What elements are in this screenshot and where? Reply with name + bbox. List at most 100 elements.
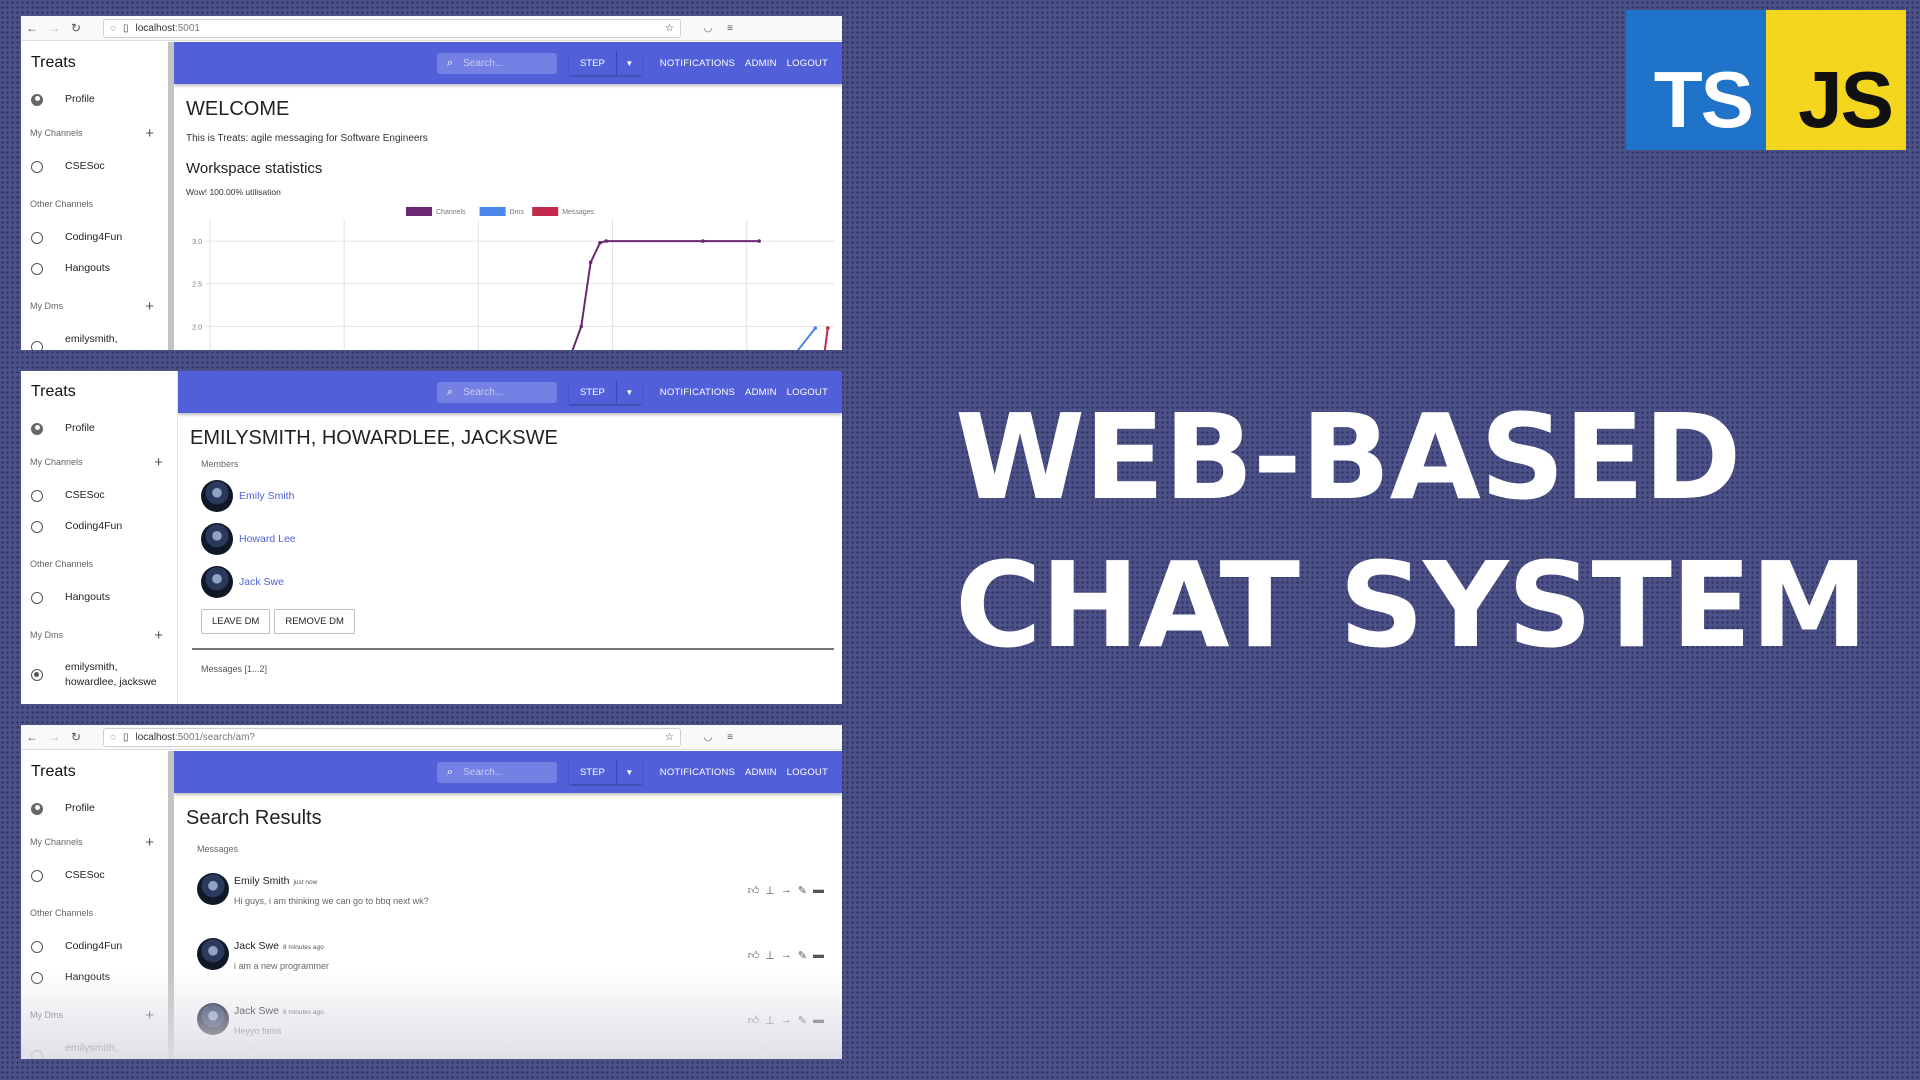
- edit-pencil-icon[interactable]: ✎: [798, 1014, 807, 1027]
- add-channel-icon[interactable]: +: [145, 125, 154, 142]
- browser-window-welcome: ← → ↻ ◌ ▯ localhost:5001 ☆ ◡ ≡ Treats Pr…: [21, 16, 842, 350]
- avatar: [201, 479, 233, 512]
- sidebar-item-channel[interactable]: CSESoc: [21, 151, 168, 182]
- message-text: i am a new programmer: [234, 961, 330, 971]
- thumb-up-icon[interactable]: 👍︎: [748, 949, 760, 962]
- address-bar[interactable]: ◌ ▯ localhost:5001/search/am? ☆: [103, 727, 681, 747]
- delete-icon[interactable]: ▬: [813, 949, 824, 962]
- dropdown-arrow-icon[interactable]: ▼: [616, 51, 642, 75]
- channel-radio-icon: [31, 869, 43, 882]
- step-button[interactable]: STEP: [568, 760, 617, 784]
- sidebar-item-channel[interactable]: Coding4Fun: [21, 511, 177, 542]
- dropdown-arrow-icon[interactable]: ▼: [616, 380, 642, 404]
- dm-actions: LEAVE DM REMOVE DM: [178, 603, 842, 634]
- message-author: Emily Smith: [234, 875, 290, 887]
- step-button[interactable]: STEP: [568, 380, 617, 404]
- channel-radio-icon: [31, 262, 43, 275]
- share-arrow-icon[interactable]: →: [781, 1014, 792, 1027]
- dropdown-arrow-icon[interactable]: ▼: [616, 760, 642, 784]
- share-arrow-icon[interactable]: →: [781, 949, 792, 962]
- sidebar-item-channel[interactable]: Coding4Fun: [21, 931, 168, 962]
- thumb-up-icon[interactable]: 👍︎: [748, 1014, 760, 1027]
- forward-icon[interactable]: →: [43, 21, 65, 35]
- page-icon: ▯: [122, 22, 129, 34]
- add-dm-icon[interactable]: +: [145, 298, 154, 315]
- notifications-link[interactable]: NOTIFICATIONS: [660, 387, 735, 398]
- search-input[interactable]: ⌕ Search...: [436, 381, 557, 403]
- member-link[interactable]: Emily Smith: [239, 490, 294, 502]
- sidebar: Treats Profile My Channels + CSESoc Codi…: [21, 371, 178, 704]
- back-icon[interactable]: ←: [21, 730, 43, 744]
- step-split-button[interactable]: STEP ▼: [568, 51, 642, 75]
- member-link[interactable]: Jack Swe: [239, 576, 284, 588]
- share-arrow-icon[interactable]: →: [781, 884, 792, 897]
- legend-label: Dms: [510, 209, 525, 216]
- sidebar-item-channel[interactable]: CSESoc: [21, 860, 168, 891]
- bookmark-star-icon[interactable]: ☆: [665, 23, 674, 34]
- step-split-button[interactable]: STEP ▼: [568, 760, 642, 784]
- search-input[interactable]: ⌕ Search...: [436, 52, 557, 74]
- pin-icon[interactable]: ⊥: [765, 1014, 775, 1027]
- leave-dm-button[interactable]: LEAVE DM: [201, 609, 271, 634]
- add-channel-icon[interactable]: +: [145, 834, 154, 851]
- browser-window-dm: Treats Profile My Channels + CSESoc Codi…: [21, 371, 842, 704]
- search-input[interactable]: ⌕ Search...: [436, 761, 557, 783]
- admin-link[interactable]: ADMIN: [745, 58, 777, 69]
- sidebar-item-dm-selected[interactable]: emilysmith, howardlee, jackswe: [21, 653, 177, 697]
- reload-icon[interactable]: ↻: [65, 21, 87, 35]
- address-bar[interactable]: ◌ ▯ localhost:5001 ☆: [103, 18, 681, 38]
- logout-link[interactable]: LOGOUT: [787, 767, 828, 778]
- edit-pencil-icon[interactable]: ✎: [798, 884, 807, 897]
- other-channels-header: Other Channels: [30, 908, 94, 918]
- dm-title: EMILYSMITH, HOWARDLEE, JACKSWE: [190, 427, 558, 449]
- step-button[interactable]: STEP: [568, 51, 617, 75]
- account-icon: [31, 93, 43, 106]
- remove-dm-button[interactable]: REMOVE DM: [274, 609, 355, 634]
- add-dm-icon[interactable]: +: [145, 1007, 154, 1024]
- utilisation-text: Wow! 100.00% utilisation: [186, 187, 281, 197]
- sidebar-item-channel[interactable]: CSESoc: [21, 480, 177, 511]
- delete-icon[interactable]: ▬: [813, 1014, 824, 1027]
- sidebar-item-channel[interactable]: Coding4Fun: [21, 222, 168, 253]
- pocket-icon[interactable]: ◡: [699, 732, 717, 743]
- add-channel-icon[interactable]: +: [154, 454, 163, 471]
- step-split-button[interactable]: STEP ▼: [568, 380, 642, 404]
- forward-icon[interactable]: →: [43, 730, 65, 744]
- message-actions: 👍︎ ⊥ → ✎ ▬: [748, 1014, 824, 1027]
- member-link[interactable]: Howard Lee: [239, 533, 296, 545]
- sidebar-item-channel[interactable]: Hangouts: [21, 582, 177, 613]
- message-time: 8 minutes ago: [282, 1009, 324, 1016]
- delete-icon[interactable]: ▬: [813, 884, 824, 897]
- data-point: [588, 260, 593, 265]
- sidebar-item-dm[interactable]: emilysmith,: [21, 324, 168, 350]
- avatar: [197, 1002, 229, 1035]
- sidebar-item-profile[interactable]: Profile: [21, 793, 168, 824]
- admin-link[interactable]: ADMIN: [745, 767, 777, 778]
- logout-link[interactable]: LOGOUT: [787, 58, 828, 69]
- main-content: ⌕ Search... STEP ▼ NOTIFICATIONS ADMIN L…: [174, 751, 842, 1059]
- notifications-link[interactable]: NOTIFICATIONS: [660, 58, 735, 69]
- pin-icon[interactable]: ⊥: [765, 884, 775, 897]
- sidebar-item-dm[interactable]: emilysmith,: [21, 1033, 168, 1059]
- menu-icon[interactable]: ≡: [721, 732, 739, 743]
- bookmark-star-icon[interactable]: ☆: [665, 732, 674, 743]
- menu-icon[interactable]: ≡: [721, 23, 739, 34]
- pin-icon[interactable]: ⊥: [765, 949, 775, 962]
- sidebar-item-profile[interactable]: Profile: [21, 84, 168, 115]
- sidebar-item-profile[interactable]: Profile: [21, 413, 177, 444]
- sidebar-item-channel[interactable]: Hangouts: [21, 253, 168, 284]
- add-dm-icon[interactable]: +: [154, 627, 163, 644]
- edit-pencil-icon[interactable]: ✎: [798, 949, 807, 962]
- reload-icon[interactable]: ↻: [65, 730, 87, 744]
- thumb-up-icon[interactable]: 👍︎: [748, 884, 760, 897]
- sidebar-item-channel[interactable]: Hangouts: [21, 962, 168, 993]
- channel-radio-icon: [31, 940, 43, 953]
- logout-link[interactable]: LOGOUT: [787, 387, 828, 398]
- avatar: [201, 522, 233, 555]
- back-icon[interactable]: ←: [21, 21, 43, 35]
- admin-link[interactable]: ADMIN: [745, 387, 777, 398]
- notifications-link[interactable]: NOTIFICATIONS: [660, 767, 735, 778]
- treats-app: Treats Profile My Channels + CSESoc Othe…: [21, 751, 842, 1059]
- data-point: [579, 324, 584, 329]
- pocket-icon[interactable]: ◡: [699, 23, 717, 34]
